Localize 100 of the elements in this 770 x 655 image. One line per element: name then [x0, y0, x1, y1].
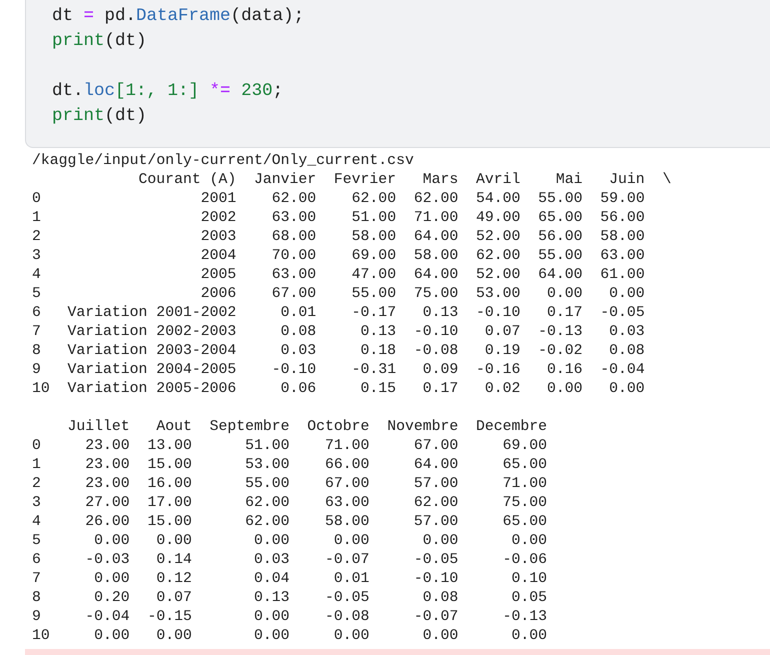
row-index: 4	[32, 513, 42, 532]
table-cell-text: 58.00	[324, 513, 370, 532]
table-cell-text: 0.08	[608, 342, 645, 361]
table-cell-text: 62.00	[350, 190, 396, 209]
table-cell-text: 68.00	[270, 228, 316, 247]
table-cell-text: 0.08	[422, 589, 458, 608]
row-index: 5	[32, 285, 42, 304]
table-cell-text: 0.03	[252, 551, 290, 570]
table-cell-text: 0.00	[252, 532, 290, 551]
row-index: 4	[32, 266, 42, 285]
table-cell-text: 70.00	[270, 247, 316, 266]
table-cell-text: 67.00	[324, 475, 370, 494]
table-cell-text: 71.00	[324, 437, 370, 456]
column-header: Avril	[476, 171, 520, 190]
table-cell-text: 51.00	[244, 437, 290, 456]
table-cell-text: 0.01	[280, 304, 316, 323]
table-cell-text: 58.00	[350, 228, 396, 247]
table-cell-text: 71.00	[502, 475, 548, 494]
table-cell-text: 0.00	[155, 532, 192, 551]
table-cell-text: 57.00	[412, 513, 458, 532]
file-path: /kaggle/input/only-current/Only_current.csv	[32, 152, 414, 171]
column-header: Septembre	[210, 418, 290, 437]
table-cell-text: 0.01	[332, 570, 370, 589]
table-cell: -0.02	[538, 342, 583, 361]
table-cell: 55.00	[538, 190, 583, 209]
row-index: 1	[32, 209, 42, 228]
column-header: Juillet	[68, 418, 130, 437]
row-index: 8	[32, 589, 42, 608]
code-line: dt = pd.DataFrame(data);	[52, 5, 304, 28]
column-header: Juin	[608, 171, 645, 190]
table-cell-text: 0.12	[155, 570, 192, 589]
table-cell-text: 0.00	[93, 532, 130, 551]
table-cell: -0.04	[600, 361, 645, 380]
row-index: 0	[32, 437, 42, 456]
table-cell-text: 0.13	[360, 323, 396, 342]
table-cell-text: -0.05	[324, 589, 370, 608]
table-cell: Variation 2001-2002	[68, 304, 236, 323]
column-header: Decembre	[476, 418, 548, 437]
table-cell-text: 51.00	[350, 209, 396, 228]
table-cell-text: 0.03	[608, 323, 645, 342]
table-cell-text: 0.00	[332, 627, 370, 646]
column-header: Novembre	[387, 418, 458, 437]
table-cell-text: 0.16	[546, 361, 583, 380]
table-cell-text: 67.00	[270, 285, 316, 304]
table-cell: 65.00	[538, 209, 583, 228]
table-cell: Variation 2005-2006	[68, 380, 236, 399]
table-cell-text: 2005	[200, 266, 236, 285]
table-cell-text: 64.00	[412, 456, 458, 475]
table-cell-text: 62.00	[270, 190, 316, 209]
table-cell-text: 0.00	[510, 627, 548, 646]
table-cell: 53.00	[476, 285, 520, 304]
table-cell-text: 63.00	[270, 266, 316, 285]
row-index: 10	[32, 380, 50, 399]
table-cell-text: 0.17	[422, 380, 458, 399]
row-index: 7	[32, 570, 42, 589]
table-cell-text: 0.18	[360, 342, 396, 361]
table-cell: 63.00	[600, 247, 645, 266]
row-index: 6	[32, 304, 42, 323]
table-cell-text: 0.00	[608, 285, 645, 304]
table-cell-text: 0.17	[546, 304, 583, 323]
table-cell-text: 0.00	[422, 532, 458, 551]
row-index: 8	[32, 342, 42, 361]
table-cell: 15.00	[147, 456, 192, 475]
table-cell: -0.05	[600, 304, 645, 323]
table-cell: 62.00	[414, 190, 458, 209]
table-cell: 13.00	[147, 437, 192, 456]
table-cell-text: -0.31	[350, 361, 396, 380]
table-cell: 49.00	[476, 209, 520, 228]
table-cell-text: 55.00	[350, 285, 396, 304]
table-cell-text: 0.02	[484, 380, 520, 399]
table-cell-text: 65.00	[502, 513, 548, 532]
table-cell-text: 75.00	[502, 494, 548, 513]
table-cell: 64.00	[538, 266, 583, 285]
table-cell-text: 2004	[200, 247, 236, 266]
table-cell-text: 67.00	[412, 437, 458, 456]
column-header: Octobre	[307, 418, 370, 437]
table-cell-text: 47.00	[350, 266, 396, 285]
table-cell-text: 65.00	[502, 456, 548, 475]
table-cell: 55.00	[538, 247, 583, 266]
table-cell-text: -0.10	[412, 570, 458, 589]
table-cell-text: 0.06	[280, 380, 316, 399]
table-cell: Variation 2003-2004	[68, 342, 236, 361]
table-cell-text: -0.08	[324, 608, 370, 627]
row-index: 6	[32, 551, 42, 570]
table-cell: Variation 2004-2005	[68, 361, 236, 380]
table-cell-text: 62.00	[412, 494, 458, 513]
table-cell-text: 0.00	[252, 627, 290, 646]
table-cell-text: -0.07	[324, 551, 370, 570]
table-cell-text: 0.20	[93, 589, 130, 608]
table-cell-text: 0.14	[155, 551, 192, 570]
table-cell-text: 63.00	[324, 494, 370, 513]
table-cell-text: 0.08	[280, 323, 316, 342]
table-cell: 54.00	[476, 190, 520, 209]
table-cell: 17.00	[147, 494, 192, 513]
column-header: Mars	[422, 171, 458, 190]
table-cell-text: 57.00	[412, 475, 458, 494]
table-cell-text: 26.00	[84, 513, 130, 532]
table-cell: 52.00	[476, 266, 520, 285]
table-cell-text: 0.04	[252, 570, 290, 589]
table-cell-text: 2002	[200, 209, 236, 228]
